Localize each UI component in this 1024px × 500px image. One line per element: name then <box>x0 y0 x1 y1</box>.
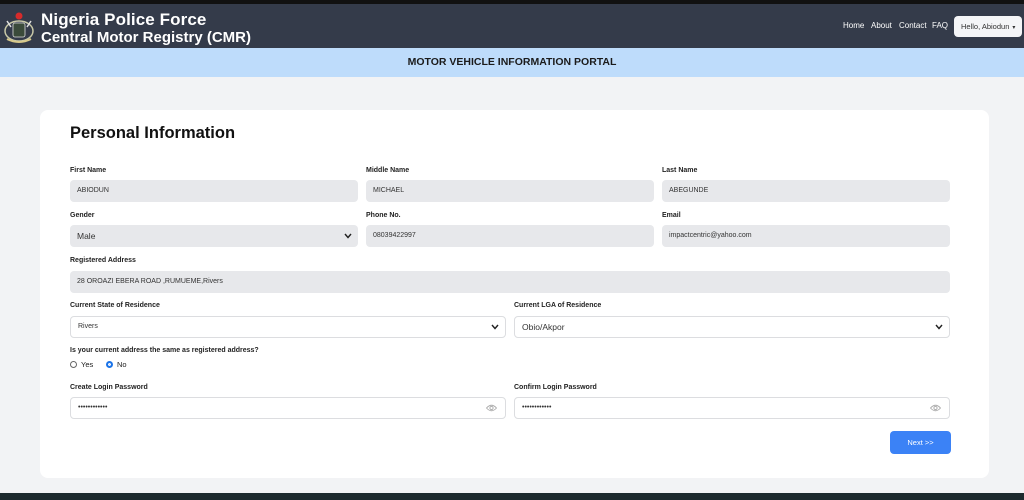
nav-about[interactable]: About <box>871 21 892 30</box>
radio-yes[interactable]: Yes <box>70 360 93 369</box>
state-label: Current State of Residence <box>70 302 160 309</box>
lga-label: Current LGA of Residence <box>514 302 602 309</box>
chevron-down-icon <box>491 317 499 330</box>
password-field[interactable]: •••••••••••• <box>70 397 506 419</box>
window-bottom-strip <box>0 493 1024 500</box>
police-crest-logo <box>4 12 34 43</box>
next-button[interactable]: Next >> <box>890 431 951 454</box>
chevron-down-icon: ▾ <box>1012 25 1016 31</box>
form-card <box>40 110 989 478</box>
gender-select[interactable]: Male <box>70 225 358 247</box>
nav-contact[interactable]: Contact <box>899 21 927 30</box>
last-name-label: Last Name <box>662 167 698 174</box>
confirm-password-label: Confirm Login Password <box>514 384 597 391</box>
chevron-down-icon <box>935 317 943 330</box>
gender-label: Gender <box>70 212 95 219</box>
address-field[interactable]: 28 OROAZI EBERA ROAD ,RUMUEME,Rivers <box>70 271 950 293</box>
phone-label: Phone No. <box>366 212 401 219</box>
radio-no[interactable]: No <box>106 360 127 369</box>
lga-value: Obio/Akpor <box>522 322 565 332</box>
last-name-field[interactable]: ABEGUNDE <box>662 180 950 202</box>
user-menu-label: Hello, Abiodun <box>961 22 1010 31</box>
phone-field[interactable]: 08039422997 <box>366 225 654 247</box>
eye-icon[interactable] <box>930 404 941 412</box>
brand-subtitle: Central Motor Registry (CMR) <box>41 29 252 46</box>
brand-title: Nigeria Police Force <box>41 10 207 29</box>
email-label: Email <box>662 212 681 219</box>
portal-banner: MOTOR VEHICLE INFORMATION PORTAL <box>0 48 1024 77</box>
first-name-field[interactable]: ABIODUN <box>70 180 358 202</box>
eye-icon[interactable] <box>486 404 497 412</box>
middle-name-field[interactable]: MICHAEL <box>366 180 654 202</box>
chevron-down-icon <box>344 225 352 239</box>
address-label: Registered Address <box>70 257 136 264</box>
password-label: Create Login Password <box>70 384 148 391</box>
gender-value: Male <box>77 231 96 241</box>
confirm-password-value: •••••••••••• <box>522 404 552 411</box>
radio-no-label: No <box>117 360 127 369</box>
email-field[interactable]: impactcentric@yahoo.com <box>662 225 950 247</box>
confirm-password-field[interactable]: •••••••••••• <box>514 397 950 419</box>
radio-no-indicator[interactable] <box>106 361 113 368</box>
state-value: Rivers <box>78 323 98 330</box>
lga-select[interactable]: Obio/Akpor <box>514 316 950 338</box>
password-value: •••••••••••• <box>78 404 108 411</box>
radio-yes-label: Yes <box>81 360 94 369</box>
site-header: Nigeria Police Force Central Motor Regis… <box>0 4 1024 48</box>
nav-home[interactable]: Home <box>843 21 864 30</box>
middle-name-label: Middle Name <box>366 167 410 174</box>
radio-yes-indicator[interactable] <box>70 361 77 368</box>
same-address-question: Is your current address the same as regi… <box>70 347 259 354</box>
nav-faq[interactable]: FAQ <box>932 21 948 30</box>
first-name-label: First Name <box>70 167 107 174</box>
form-title: Personal Information <box>70 124 236 142</box>
state-select[interactable]: Rivers <box>70 316 506 338</box>
user-menu-button[interactable]: Hello, Abiodun ▾ <box>954 16 1022 37</box>
